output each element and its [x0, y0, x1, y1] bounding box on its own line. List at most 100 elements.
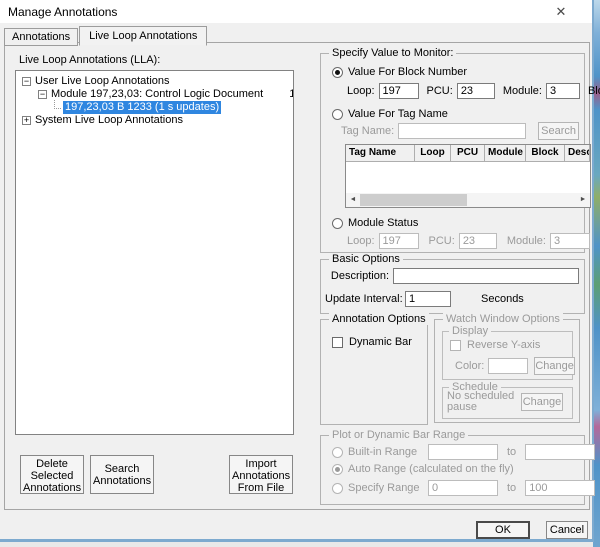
col-module[interactable]: Module	[485, 145, 526, 162]
color-change-button[interactable]: Change	[534, 357, 575, 375]
status-loop-label: Loop:	[347, 235, 375, 247]
dynamic-bar-checkbox[interactable]	[332, 337, 343, 348]
manage-annotations-dialog: Manage Annotations ✕ AnnotationsLive Loo…	[0, 0, 594, 542]
tree-node-selected[interactable]: 197,23,03 B 1233 (1 s updates)	[54, 101, 293, 114]
dynamic-bar-label: Dynamic Bar	[349, 336, 412, 348]
loop-input[interactable]	[379, 83, 419, 99]
tab-strip: AnnotationsLive Loop Annotations	[4, 26, 208, 46]
tree-expand-icon[interactable]: +	[22, 116, 31, 125]
color-label: Color:	[455, 360, 484, 372]
col-tag-name[interactable]: Tag Name	[346, 145, 415, 162]
update-interval-label: Update Interval:	[325, 293, 401, 305]
auto-range-radio[interactable]	[332, 464, 343, 475]
tag-table-hscrollbar[interactable]: ◄ ►	[346, 193, 590, 207]
specify-range-label: Specify Range	[348, 482, 423, 494]
specify-min-input[interactable]	[428, 480, 498, 496]
built-in-min-input[interactable]	[428, 444, 498, 460]
tree-node-label[interactable]: Module 197,23,03: Control Logic Document	[51, 88, 263, 101]
tag-search-button[interactable]: Search	[538, 122, 579, 140]
col-description[interactable]: Description	[565, 145, 590, 162]
reverse-y-axis-label: Reverse Y-axis	[467, 339, 540, 351]
tree-node-user-root[interactable]: − User Live Loop Annotations	[22, 75, 293, 88]
cancel-button[interactable]: Cancel	[546, 521, 588, 539]
to-label: to	[507, 482, 516, 494]
tag-table-body	[346, 162, 590, 193]
titlebar: Manage Annotations ✕	[0, 0, 592, 23]
specify-max-input[interactable]	[525, 480, 595, 496]
status-loop-input[interactable]	[379, 233, 419, 249]
tab-page: Live Loop Annotations (LLA): − User Live…	[4, 42, 590, 510]
tag-name-label: Tag Name:	[341, 125, 394, 137]
annotation-options-title: Annotation Options	[329, 313, 429, 325]
block-label: Block:	[588, 85, 600, 97]
schedule-change-button[interactable]: Change	[521, 393, 563, 411]
tree-node-module[interactable]: − Module 197,23,03: Control Logic Docume…	[38, 88, 293, 101]
tree-node-label[interactable]: User Live Loop Annotations	[35, 75, 170, 88]
plot-range-title: Plot or Dynamic Bar Range	[329, 429, 468, 441]
status-module-input[interactable]	[550, 233, 590, 249]
value-for-block-number-label: Value For Block Number	[348, 66, 467, 78]
tree-collapse-icon[interactable]: −	[22, 77, 31, 86]
search-annotations-button[interactable]: Search Annotations	[90, 455, 154, 494]
status-pcu-input[interactable]	[459, 233, 497, 249]
window-title: Manage Annotations	[8, 5, 117, 19]
built-in-range-radio[interactable]	[332, 447, 343, 458]
tree-collapse-icon[interactable]: −	[38, 90, 47, 99]
schedule-text: No scheduled pause	[447, 391, 521, 413]
auto-range-label: Auto Range (calculated on the fly)	[348, 463, 514, 475]
close-icon[interactable]: ✕	[552, 3, 570, 21]
value-for-block-number-radio[interactable]	[332, 67, 343, 78]
description-input[interactable]	[393, 268, 579, 284]
ok-button[interactable]: OK	[476, 521, 530, 539]
color-input[interactable]	[488, 358, 528, 374]
col-pcu[interactable]: PCU	[451, 145, 485, 162]
status-pcu-label: PCU:	[429, 235, 455, 247]
loop-label: Loop:	[347, 85, 375, 97]
tree-caption: Live Loop Annotations (LLA):	[19, 54, 160, 66]
tree-connector-icon	[54, 100, 61, 109]
specify-range-radio[interactable]	[332, 483, 343, 494]
specify-value-group-title: Specify Value to Monitor:	[329, 47, 456, 59]
specify-value-group: Specify Value to Monitor: Value For Bloc…	[320, 53, 585, 253]
scroll-left-icon[interactable]: ◄	[346, 193, 360, 207]
tree-node-count: 1	[289, 88, 294, 101]
annotation-options-group: Annotation Options Dynamic Bar	[320, 319, 428, 425]
reverse-y-axis-checkbox[interactable]	[450, 340, 461, 351]
tag-results-table[interactable]: Tag Name Loop PCU Module Block Descripti…	[345, 144, 591, 208]
module-input[interactable]	[546, 83, 580, 99]
basic-options-title: Basic Options	[329, 253, 403, 265]
col-loop[interactable]: Loop	[415, 145, 451, 162]
scrollbar-thumb[interactable]	[360, 194, 467, 206]
basic-options-group: Basic Options Description: Update Interv…	[320, 259, 585, 314]
plot-range-group: Plot or Dynamic Bar Range Built-in Range…	[320, 435, 585, 505]
tag-table-header-row: Tag Name Loop PCU Module Block Descripti…	[346, 145, 590, 162]
tree-node-label[interactable]: System Live Loop Annotations	[35, 114, 183, 127]
tag-name-input[interactable]	[398, 123, 526, 139]
scroll-right-icon[interactable]: ►	[576, 193, 590, 207]
scrollbar-track[interactable]	[360, 193, 576, 207]
import-annotations-from-file-button[interactable]: Import Annotations From File	[229, 455, 293, 494]
module-status-radio[interactable]	[332, 218, 343, 229]
delete-selected-annotations-button[interactable]: Delete Selected Annotations	[20, 455, 84, 494]
tree-node-label-selected[interactable]: 197,23,03 B 1233 (1 s updates)	[63, 101, 221, 114]
built-in-range-label: Built-in Range	[348, 446, 423, 458]
seconds-label: Seconds	[481, 293, 524, 305]
value-for-tag-name-radio[interactable]	[332, 109, 343, 120]
pcu-label: PCU:	[427, 85, 453, 97]
tab-annotations[interactable]: Annotations	[4, 28, 78, 46]
to-label: to	[507, 446, 516, 458]
update-interval-input[interactable]	[405, 291, 451, 307]
screen: Manage Annotations ✕ AnnotationsLive Loo…	[0, 0, 600, 547]
display-title: Display	[449, 325, 491, 337]
value-for-tag-name-label: Value For Tag Name	[348, 108, 448, 120]
module-status-label: Module Status	[348, 217, 418, 229]
built-in-max-input[interactable]	[525, 444, 595, 460]
tab-live-loop-annotations[interactable]: Live Loop Annotations	[79, 26, 207, 46]
annotations-tree[interactable]: − User Live Loop Annotations − Module 19…	[15, 70, 294, 435]
watch-window-options-group: Watch Window Options Display Reverse Y-a…	[434, 319, 580, 423]
col-block[interactable]: Block	[526, 145, 565, 162]
description-label: Description:	[329, 270, 389, 282]
tree-node-system-root[interactable]: + System Live Loop Annotations	[22, 114, 293, 127]
pcu-input[interactable]	[457, 83, 495, 99]
display-group: Display Reverse Y-axis Color: Change	[442, 331, 573, 380]
